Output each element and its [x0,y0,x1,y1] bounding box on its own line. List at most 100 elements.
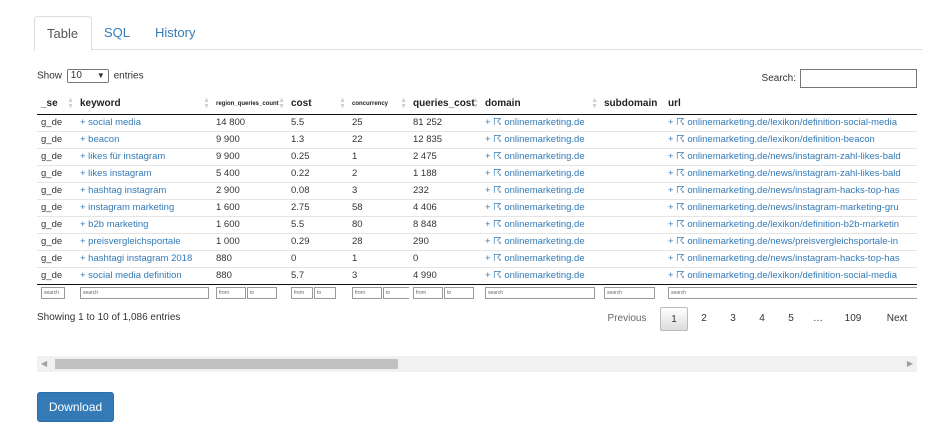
cell-concurrency: 25 [348,113,409,131]
cell-link[interactable]: + ☈ onlinemarketing.de/news/instagram-ha… [668,253,900,264]
filter-search-input[interactable]: search [80,287,209,300]
cell-link[interactable]: + social media [80,117,141,128]
cell-concurrency: 1 [348,249,409,267]
previous-button[interactable]: Previous [598,307,656,331]
cell-link[interactable]: + ☈ onlinemarketing.de [485,185,585,196]
column-header-domain[interactable]: domain ▲ ▼ [481,94,600,115]
page-button-3[interactable]: 3 [722,307,744,331]
filter-from-input[interactable]: from [216,287,246,300]
cell-link[interactable]: + ☈ onlinemarketing.de [485,270,585,281]
scrollbar-thumb[interactable] [55,359,398,369]
page-button-109[interactable]: 109 [836,307,870,331]
cell-domain: + ☈ onlinemarketing.de [481,130,600,148]
cell-link[interactable]: + beacon [80,134,119,145]
filter-from-input[interactable]: from [352,287,382,300]
cell-link[interactable]: + hashtagi instagram 2018 [80,253,192,264]
column-header-subdomain[interactable]: subdomain [600,94,664,115]
cell-domain: + ☈ onlinemarketing.de [481,249,600,267]
table-row: g_de + instagram marketing 1 600 2.75 58 4 40… [37,198,917,216]
cell-concurrency: 3 [348,181,409,199]
table-row: g_de + beacon 9 900 1.3 22 12 835 + ☈ onlinema… [37,130,917,148]
cell-link[interactable]: + ☈ onlinemarketing.de [485,117,585,128]
cell-link[interactable]: + likes für instagram [80,151,165,162]
column-header-concurrency[interactable]: concurrency ▲ ▼ [348,94,409,115]
filter-to-input[interactable]: to [247,287,277,300]
sort-icon: ▲ ▼ [400,97,407,110]
cell-region-queries-count: 14 800 [212,113,287,131]
filter-to-input[interactable]: to [444,287,474,300]
cell-link[interactable]: + ☈ onlinemarketing.de [485,202,585,213]
search-input[interactable] [800,69,917,88]
cell-link[interactable]: + hashtag instagram [80,185,166,196]
filter-to-input[interactable]: to [314,287,336,300]
cell-keyword: + likes instagram [76,164,212,182]
cell-link[interactable]: + ☈ onlinemarketing.de/news/preisverglei… [668,236,898,247]
cell-keyword: + instagram marketing [76,198,212,216]
chevron-down-icon: ▼ [96,71,105,80]
cell-link[interactable]: + ☈ onlinemarketing.de/news/instagram-ha… [668,185,900,196]
filter-from-input[interactable]: from [291,287,313,300]
cell-domain: + ☈ onlinemarketing.de [481,198,600,216]
table-body: g_de + social media 14 800 5.5 25 81 252 + ☈ o… [37,113,917,302]
cell-link[interactable]: + ☈ onlinemarketing.de [485,151,585,162]
cell-queries-cost: 12 835 [409,130,481,148]
cell-domain: + ☈ onlinemarketing.de [481,266,600,284]
page-button-5[interactable]: 5 [780,307,802,331]
cell-link[interactable]: + social media definition [80,270,182,281]
cell-link[interactable]: + ☈ onlinemarketing.de/news/instagram-za… [668,151,901,162]
tab-history[interactable]: History [143,16,209,50]
horizontal-scrollbar[interactable]: ◀ ▶ [37,356,917,372]
download-button[interactable]: Download [37,392,114,422]
cell-link[interactable]: + ☈ onlinemarketing.de/news/instagram-ma… [668,202,899,213]
header-row: _se ▲ ▼ keyword ▲ ▼ region_queries_count ▲ ▼ cost… [37,94,917,115]
filter-search-input[interactable]: search [41,287,65,300]
filter-cell: from to [409,283,481,302]
cell--se: g_de [37,130,76,148]
cell-subdomain [600,147,664,165]
cell-queries-cost: 4 406 [409,198,481,216]
filter-search-input[interactable]: search [668,287,917,300]
cell-url: + ☈ onlinemarketing.de/news/preisverglei… [664,232,917,250]
tab-sql[interactable]: SQL [92,16,140,50]
column-header-url[interactable]: url [664,94,917,115]
cell-link[interactable]: + ☈ onlinemarketing.de/lexikon/definitio… [668,219,899,230]
cell-cost: 2.75 [287,198,348,216]
tab-table[interactable]: Table [34,16,92,51]
cell-link[interactable]: + ☈ onlinemarketing.de [485,236,585,247]
cell-keyword: + social media [76,113,212,131]
column-header-queries-cost[interactable]: queries_cost ▲ ▼ [409,94,481,115]
cell--se: g_de [37,147,76,165]
cell-link[interactable]: + b2b marketing [80,219,148,230]
page-button-1[interactable]: 1 [660,307,688,331]
column-header-cost[interactable]: cost ▲ ▼ [287,94,348,115]
filter-search-input[interactable]: search [485,287,595,300]
cell-link[interactable]: + ☈ onlinemarketing.de/lexikon/definitio… [668,270,897,281]
cell-concurrency: 80 [348,215,409,233]
cell-link[interactable]: + ☈ onlinemarketing.de/news/instagram-za… [668,168,901,179]
scroll-left-icon[interactable]: ◀ [41,359,47,368]
cell-link[interactable]: + likes instagram [80,168,152,179]
cell-link[interactable]: + ☈ onlinemarketing.de [485,253,585,264]
column-header-keyword[interactable]: keyword ▲ ▼ [76,94,212,115]
filter-from-input[interactable]: from [413,287,443,300]
cell-link[interactable]: + ☈ onlinemarketing.de [485,134,585,145]
page-button-4[interactable]: 4 [751,307,773,331]
pagination-ellipsis: … [813,313,823,324]
length-menu: Show 10 ▼ entries [37,69,144,83]
cell-link[interactable]: + ☈ onlinemarketing.de [485,168,585,179]
page-button-2[interactable]: 2 [693,307,715,331]
cell-link[interactable]: + ☈ onlinemarketing.de [485,219,585,230]
cell-link[interactable]: + preisvergleichsportale [80,236,181,247]
cell-link[interactable]: + ☈ onlinemarketing.de/lexikon/definitio… [668,117,897,128]
filter-search-input[interactable]: search [604,287,655,300]
entries-select[interactable]: 10 ▼ [66,69,109,83]
scroll-right-icon[interactable]: ▶ [907,359,913,368]
filter-to-input[interactable]: to [383,287,409,300]
column-header-region-queries-count[interactable]: region_queries_count ▲ ▼ [212,94,287,115]
cell-link[interactable]: + instagram marketing [80,202,174,213]
cell-keyword: + preisvergleichsportale [76,232,212,250]
cell-link[interactable]: + ☈ onlinemarketing.de/lexikon/definitio… [668,134,875,145]
column-header--se[interactable]: _se ▲ ▼ [37,94,76,115]
next-button[interactable]: Next [878,307,916,331]
cell-region-queries-count: 1 600 [212,215,287,233]
